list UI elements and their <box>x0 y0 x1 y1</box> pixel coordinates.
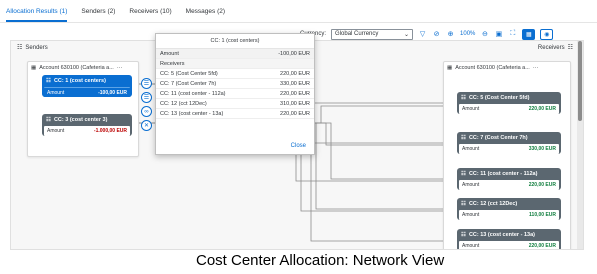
node-title: CC: 12 (cct 12Dec) <box>468 201 518 207</box>
more-icon[interactable]: ··· <box>117 65 123 71</box>
receiver-node[interactable]: ☷ CC: 13 (cost center - 13a) Amount 220,00… <box>457 229 561 249</box>
receiver-account-group[interactable]: ▦ Account 630100 (Cafeteria a... ··· <box>443 61 571 249</box>
vertical-scrollbar[interactable] <box>577 41 583 249</box>
receiver-node[interactable]: ☷ CC: 12 (cct 12Dec) Amount 110,00 EUR <box>457 198 561 220</box>
amount-label: Amount <box>462 243 480 249</box>
org-structure-icon: ☷ <box>461 232 466 238</box>
figure-caption: Cost Center Allocation: Network View <box>196 252 445 269</box>
zoom-in-icon[interactable]: ⊕ <box>446 30 455 38</box>
amount-value: -100,00 EUR <box>98 90 127 96</box>
tab-senders[interactable]: Senders (2) <box>81 4 115 22</box>
monitor-icon[interactable]: ▣ <box>494 30 503 38</box>
receivers-lane-title: Receivers ☷ <box>537 44 573 52</box>
popover-receiver-row: CC: 12 (cct 12Dec) 310,00 EUR <box>156 99 314 109</box>
node-title: CC: 11 (cost center - 112a) <box>468 171 538 177</box>
graph-view-button[interactable]: ◉ <box>540 28 554 40</box>
group-title: Account 630100 (Cafeteria a... <box>455 65 530 71</box>
amount-label: Amount <box>462 146 480 152</box>
receiver-node[interactable]: ☷ CC: 5 (Cost Center 5fd) Amount 220,00 EU… <box>457 92 561 114</box>
currency-value: Global Currency <box>335 31 379 37</box>
node-details-popover: CC: 1 (cost centers) Amount -100,00 EUR … <box>155 33 315 155</box>
amount-value: -100,00 EUR <box>278 50 310 57</box>
amount-label: Amount <box>47 90 65 96</box>
zoom-out-icon[interactable]: ⊖ <box>480 30 489 38</box>
link-icon[interactable]: ∞ <box>141 106 152 117</box>
close-button[interactable]: Close <box>291 143 306 149</box>
filter-clear-icon[interactable]: ⊘ <box>432 30 441 38</box>
popover-receiver-row: CC: 7 (Cost Center 7h) 330,00 EUR <box>156 79 314 89</box>
filter-icon[interactable]: ▽ <box>418 30 427 38</box>
account-icon: ▦ <box>447 65 453 71</box>
tab-messages[interactable]: Messages (2) <box>186 4 225 22</box>
amount-label: Amount <box>47 128 65 134</box>
group-title: Account 630100 (Cafeteria a... <box>39 65 114 71</box>
node-title: CC: 13 (cost center - 13a) <box>468 232 535 238</box>
fullscreen-icon[interactable]: ⛶ <box>508 30 517 38</box>
receiver-node[interactable]: ☷ CC: 11 (cost center - 112a) Amount 220,0… <box>457 168 561 190</box>
tab-receivers[interactable]: Receivers (10) <box>129 4 171 22</box>
more-icon[interactable]: ··· <box>533 65 539 71</box>
senders-lane-title: ☷ Senders <box>17 44 48 52</box>
node-title: CC: 1 (cost centers) <box>53 78 106 84</box>
amount-value: 220,00 EUR <box>528 243 556 249</box>
amount-label: Amount <box>462 182 480 188</box>
org-structure-icon: ☷ <box>461 135 466 141</box>
popover-title: CC: 1 (cost centers) <box>156 34 314 49</box>
popover-receiver-row: CC: 5 (Cost Center 5fd) 220,00 EUR <box>156 69 314 79</box>
currency-select[interactable]: Global Currency ⌄ <box>331 28 414 40</box>
group-header: ▦ Account 630100 (Cafeteria a... ··· <box>444 62 570 74</box>
org-structure-icon: ☷ <box>461 171 466 177</box>
popover-receiver-row: CC: 11 (cost center - 112a) 220,00 EUR <box>156 89 314 99</box>
node-title: CC: 5 (Cost Center 5fd) <box>468 95 530 101</box>
amount-label: Amount <box>160 50 179 57</box>
org-structure-icon: ☷ <box>567 45 573 51</box>
amount-value: 220,00 EUR <box>528 182 556 188</box>
org-structure-icon: ☷ <box>461 201 466 207</box>
org-structure-icon: ☷ <box>461 95 466 101</box>
list-icon[interactable]: ☰ <box>141 92 152 103</box>
amount-value: 220,00 EUR <box>528 106 556 112</box>
amount-label: Amount <box>462 212 480 218</box>
org-structure-icon: ☷ <box>17 45 23 51</box>
network-view-button[interactable]: ▦ <box>522 28 536 40</box>
tab-divider <box>0 22 597 23</box>
account-icon: ▦ <box>31 65 37 71</box>
amount-value: -1.000,00 EUR <box>93 128 127 134</box>
tab-bar: Allocation Results (1) Senders (2) Recei… <box>6 4 225 22</box>
zoom-level: 100% <box>460 31 476 37</box>
receiver-node[interactable]: ☷ CC: 7 (Cost Center 7h) Amount 330,00 EUR <box>457 132 561 154</box>
sender-node[interactable]: ☷ CC: 3 (cost center 3) Amount -1.000,00… <box>42 114 132 136</box>
remove-icon[interactable]: ✕ <box>141 120 152 131</box>
org-structure-icon: ☷ <box>46 78 51 84</box>
node-title: CC: 3 (cost center 3) <box>53 117 108 123</box>
amount-value: 110,00 EUR <box>529 212 556 218</box>
org-structure-icon: ☷ <box>46 117 51 123</box>
sender-node[interactable]: ☷ CC: 1 (cost centers) Amount -100,00 EU… <box>42 75 132 97</box>
details-icon[interactable]: ☰ <box>141 78 152 89</box>
group-header: ▦ Account 630100 (Cafeteria a... ··· <box>28 62 138 74</box>
amount-value: 330,00 EUR <box>528 146 556 152</box>
popover-receiver-row: CC: 13 (cost center - 13a) 220,00 EUR <box>156 109 314 119</box>
tab-allocation-results[interactable]: Allocation Results (1) <box>6 4 68 22</box>
allocation-results-panel: Allocation Results (1) Senders (2) Recei… <box>0 0 597 250</box>
amount-label: Amount <box>462 106 480 112</box>
graph-toolbar: Currency: Global Currency ⌄ ▽ ⊘ ⊕ 100% ⊖… <box>300 28 554 40</box>
popover-amount-row: Amount -100,00 EUR <box>156 49 314 59</box>
scrollbar-thumb[interactable] <box>578 41 582 121</box>
node-title: CC: 7 (Cost Center 7h) <box>468 135 528 141</box>
popover-section-header: Receivers <box>156 59 314 69</box>
chevron-down-icon: ⌄ <box>403 31 410 38</box>
